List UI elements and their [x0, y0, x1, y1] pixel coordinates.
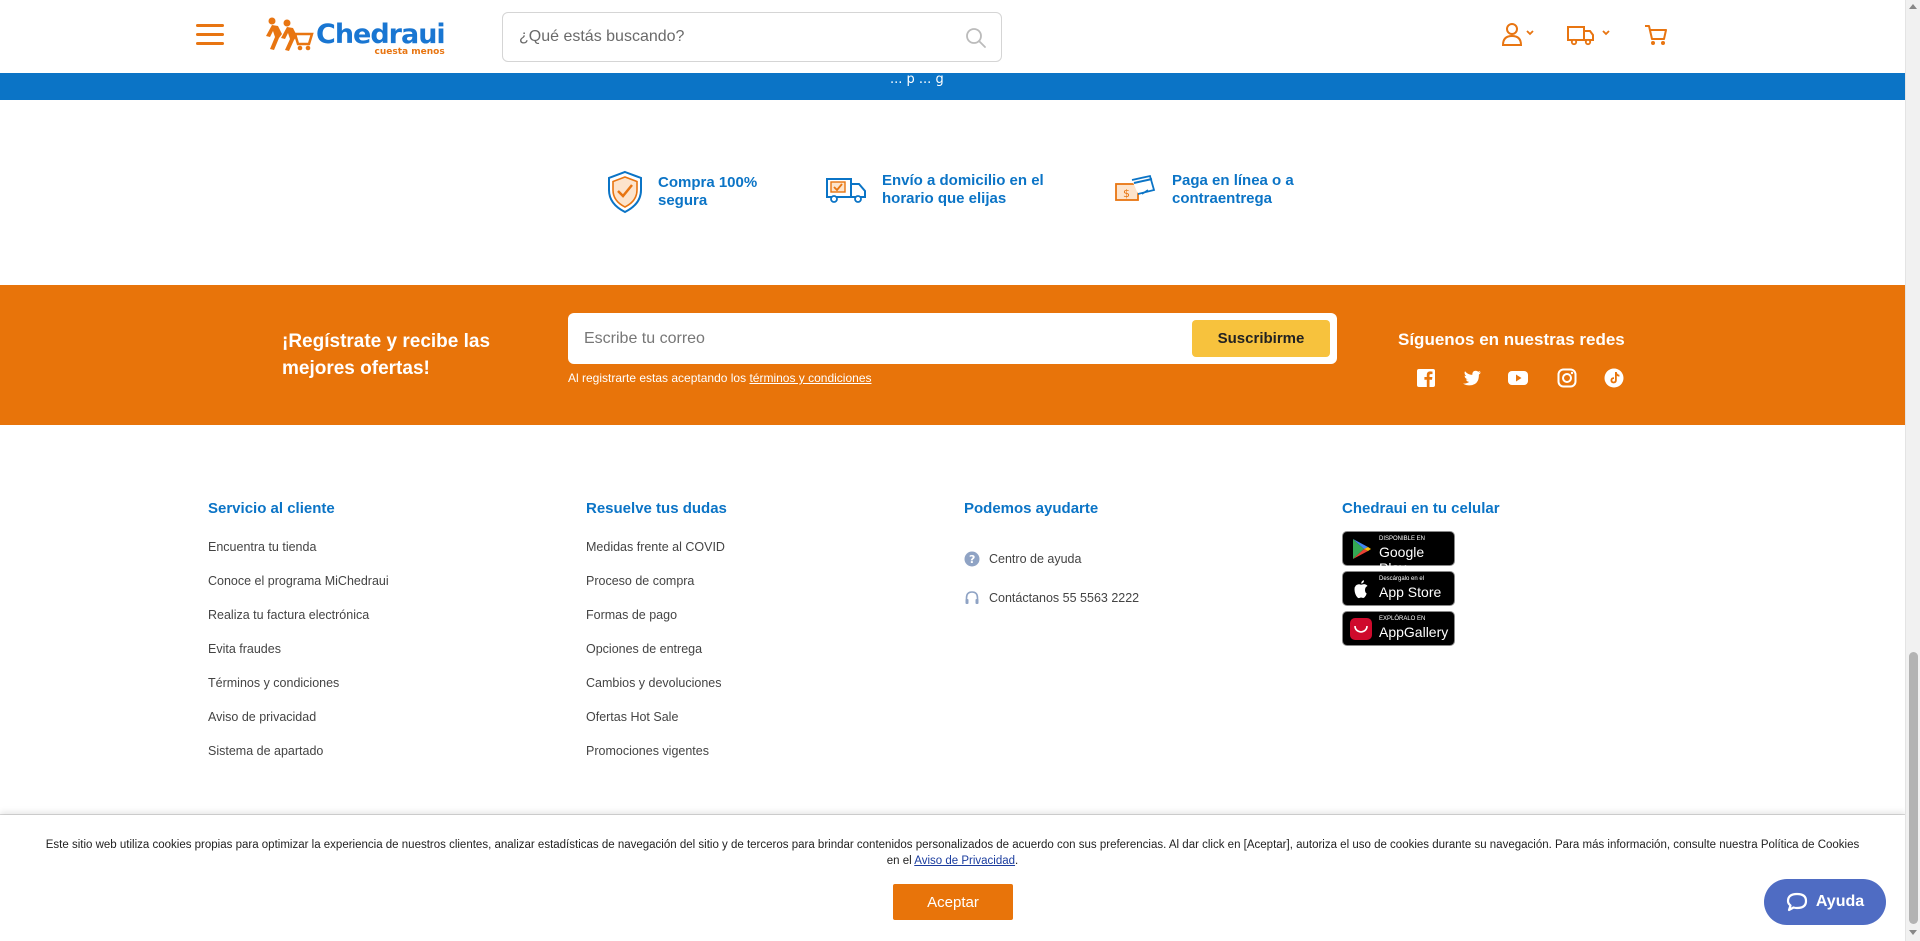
help-center-label: Centro de ayuda: [989, 551, 1082, 566]
google-play-badge[interactable]: DISPONIBLE EN Google Play: [1342, 531, 1455, 576]
app-gallery-badge[interactable]: EXPLÓRALO EN AppGallery: [1342, 611, 1455, 646]
logo-tagline: cuesta menos: [374, 46, 445, 57]
newsletter-title-line1: ¡Regístrate y recibe las: [282, 331, 491, 352]
email-field[interactable]: [584, 313, 1144, 364]
google-play-small: DISPONIBLE EN: [1379, 536, 1426, 542]
huawei-icon: [1350, 618, 1372, 640]
newsletter-title-line2: mejores ofertas!: [282, 358, 430, 379]
headset-icon: [965, 590, 979, 604]
footer-link-covid[interactable]: Medidas frente al COVID: [586, 539, 727, 573]
benefit-payment-text: Paga en línea o a contraentrega: [1172, 172, 1294, 208]
cart-icon[interactable]: [1644, 22, 1668, 48]
account-icon[interactable]: [1500, 22, 1536, 48]
delivery-options-icon[interactable]: [1566, 22, 1612, 48]
app-gallery-small: EXPLÓRALO EN: [1379, 616, 1426, 622]
apple-icon: [1354, 580, 1368, 599]
delivery-truck-icon: [826, 178, 866, 203]
contact-phone-label: Contáctanos 55 5563 2222: [989, 590, 1140, 605]
benefit-delivery-text: Envío a domicilio en el horario que elij…: [882, 172, 1044, 208]
facebook-icon[interactable]: [1415, 367, 1437, 389]
footer-link-layaway[interactable]: Sistema de apartado: [208, 743, 389, 777]
benefit-delivery-line2: horario que elijas: [882, 190, 1007, 207]
help-center-link[interactable]: ? Centro de ayuda: [964, 539, 1139, 578]
footer-col-service: Servicio al cliente Encuentra tu tienda …: [208, 500, 389, 777]
newsletter-title: ¡Regístrate y recibe las mejores ofertas…: [282, 328, 542, 382]
twitter-icon[interactable]: [1461, 367, 1483, 389]
footer-link-payment-methods[interactable]: Formas de pago: [586, 607, 727, 641]
footer-link-delivery-options[interactable]: Opciones de entrega: [586, 641, 727, 675]
google-play-icon: [1353, 539, 1371, 559]
chedraui-logo[interactable]: Chedraui cuesta menos: [262, 14, 446, 57]
promo-strip: ... p ... g: [0, 72, 1905, 100]
footer-col-apps: Chedraui en tu celular DISPONIBLE EN Goo…: [1342, 500, 1500, 651]
benefit-payment-line2: contraentrega: [1172, 190, 1273, 207]
newsletter-form: Suscribirme: [568, 313, 1337, 364]
footer-col-help-title: Podemos ayudarte: [964, 500, 1099, 517]
footer-link-invoice[interactable]: Realiza tu factura electrónica: [208, 607, 389, 641]
app-store-big: App Store: [1379, 584, 1442, 600]
cookie-message-end: .: [1015, 855, 1019, 867]
footer-col-help: Podemos ayudarte ? Centro de ayuda Contá…: [964, 500, 1139, 617]
menu-icon[interactable]: [196, 24, 224, 48]
site-header: Chedraui cuesta menos: [0, 0, 1905, 73]
benefit-secure-text: Compra 100% segura: [658, 174, 757, 210]
newsletter-band: ¡Regístrate y recibe las mejores ofertas…: [0, 285, 1905, 425]
benefit-secure-line2: segura: [658, 192, 708, 209]
footer-link-terms[interactable]: Términos y condiciones: [208, 675, 389, 709]
promo-strip-text: ... p ... g: [890, 72, 944, 87]
scroll-down-arrow-icon[interactable]: [1909, 930, 1917, 935]
page-scrollbar[interactable]: [1905, 0, 1920, 941]
footer-link-find-store[interactable]: Encuentra tu tienda: [208, 539, 389, 573]
payment-card-icon: $: [1115, 174, 1156, 201]
chat-bubble-icon: [1786, 892, 1807, 912]
shield-check-icon: [608, 170, 642, 214]
social-title: Síguenos en nuestras redes: [1398, 330, 1625, 349]
footer-link-hot-sale[interactable]: Ofertas Hot Sale: [586, 709, 727, 743]
terms-link[interactable]: términos y condiciones: [749, 371, 871, 385]
scroll-up-arrow-icon[interactable]: [1909, 4, 1917, 9]
benefit-payment-line1: Paga en línea o a: [1172, 172, 1294, 189]
privacy-notice-link[interactable]: Aviso de Privacidad: [914, 855, 1015, 867]
newsletter-legal-text: Al registrarte estas aceptando los: [568, 371, 750, 385]
logo-text: Chedraui cuesta menos: [316, 18, 446, 57]
footer-col-apps-title: Chedraui en tu celular: [1342, 500, 1500, 517]
app-store-small: Descárgalo en el: [1379, 576, 1425, 582]
search-icon[interactable]: [965, 27, 987, 49]
footer-link-michedraui[interactable]: Conoce el programa MiChedraui: [208, 573, 389, 607]
logo-figures-icon: [266, 17, 314, 51]
tiktok-icon[interactable]: [1603, 367, 1625, 389]
benefit-delivery-line1: Envío a domicilio en el: [882, 172, 1044, 189]
question-circle-icon: ?: [964, 551, 980, 566]
contact-phone-link[interactable]: Contáctanos 55 5563 2222: [964, 578, 1139, 617]
search-box: [502, 12, 1002, 62]
app-store-badge[interactable]: Descárgalo en el App Store: [1342, 571, 1455, 606]
help-chat-label: Ayuda: [1815, 893, 1865, 910]
subscribe-button[interactable]: Suscribirme: [1192, 320, 1330, 357]
svg-text:?: ?: [969, 553, 975, 566]
scrollbar-thumb[interactable]: [1909, 652, 1918, 924]
search-input[interactable]: [519, 13, 939, 61]
help-chat-button[interactable]: Ayuda: [1764, 879, 1886, 925]
instagram-icon[interactable]: [1556, 367, 1578, 389]
footer-link-promotions[interactable]: Promociones vigentes: [586, 743, 727, 777]
app-gallery-big: AppGallery: [1379, 624, 1449, 640]
youtube-icon[interactable]: [1507, 367, 1529, 389]
newsletter-legal: Al registrarte estas aceptando los térmi…: [568, 371, 872, 385]
benefit-secure: Compra 100% segura: [606, 170, 757, 214]
cookie-message: Este sitio web utiliza cookies propias p…: [40, 837, 1865, 869]
footer-link-privacy[interactable]: Aviso de privacidad: [208, 709, 389, 743]
footer-link-returns[interactable]: Cambios y devoluciones: [586, 675, 727, 709]
benefit-payment: $ Paga en línea o a contraentrega: [1114, 170, 1294, 210]
svg-text:$: $: [1123, 187, 1130, 200]
footer-link-fraud[interactable]: Evita fraudes: [208, 641, 389, 675]
benefit-delivery: Envío a domicilio en el horario que elij…: [824, 170, 1044, 210]
footer-col-faq: Resuelve tus dudas Medidas frente al COV…: [586, 500, 727, 777]
footer-col-faq-title: Resuelve tus dudas: [586, 500, 727, 517]
footer-col-service-title: Servicio al cliente: [208, 500, 335, 517]
benefit-secure-line1: Compra 100%: [658, 174, 758, 191]
footer-link-purchase-process[interactable]: Proceso de compra: [586, 573, 727, 607]
accept-cookies-button[interactable]: Aceptar: [893, 884, 1013, 920]
cookie-banner: Este sitio web utiliza cookies propias p…: [0, 815, 1905, 941]
logo-word: Chedraui: [316, 18, 446, 50]
